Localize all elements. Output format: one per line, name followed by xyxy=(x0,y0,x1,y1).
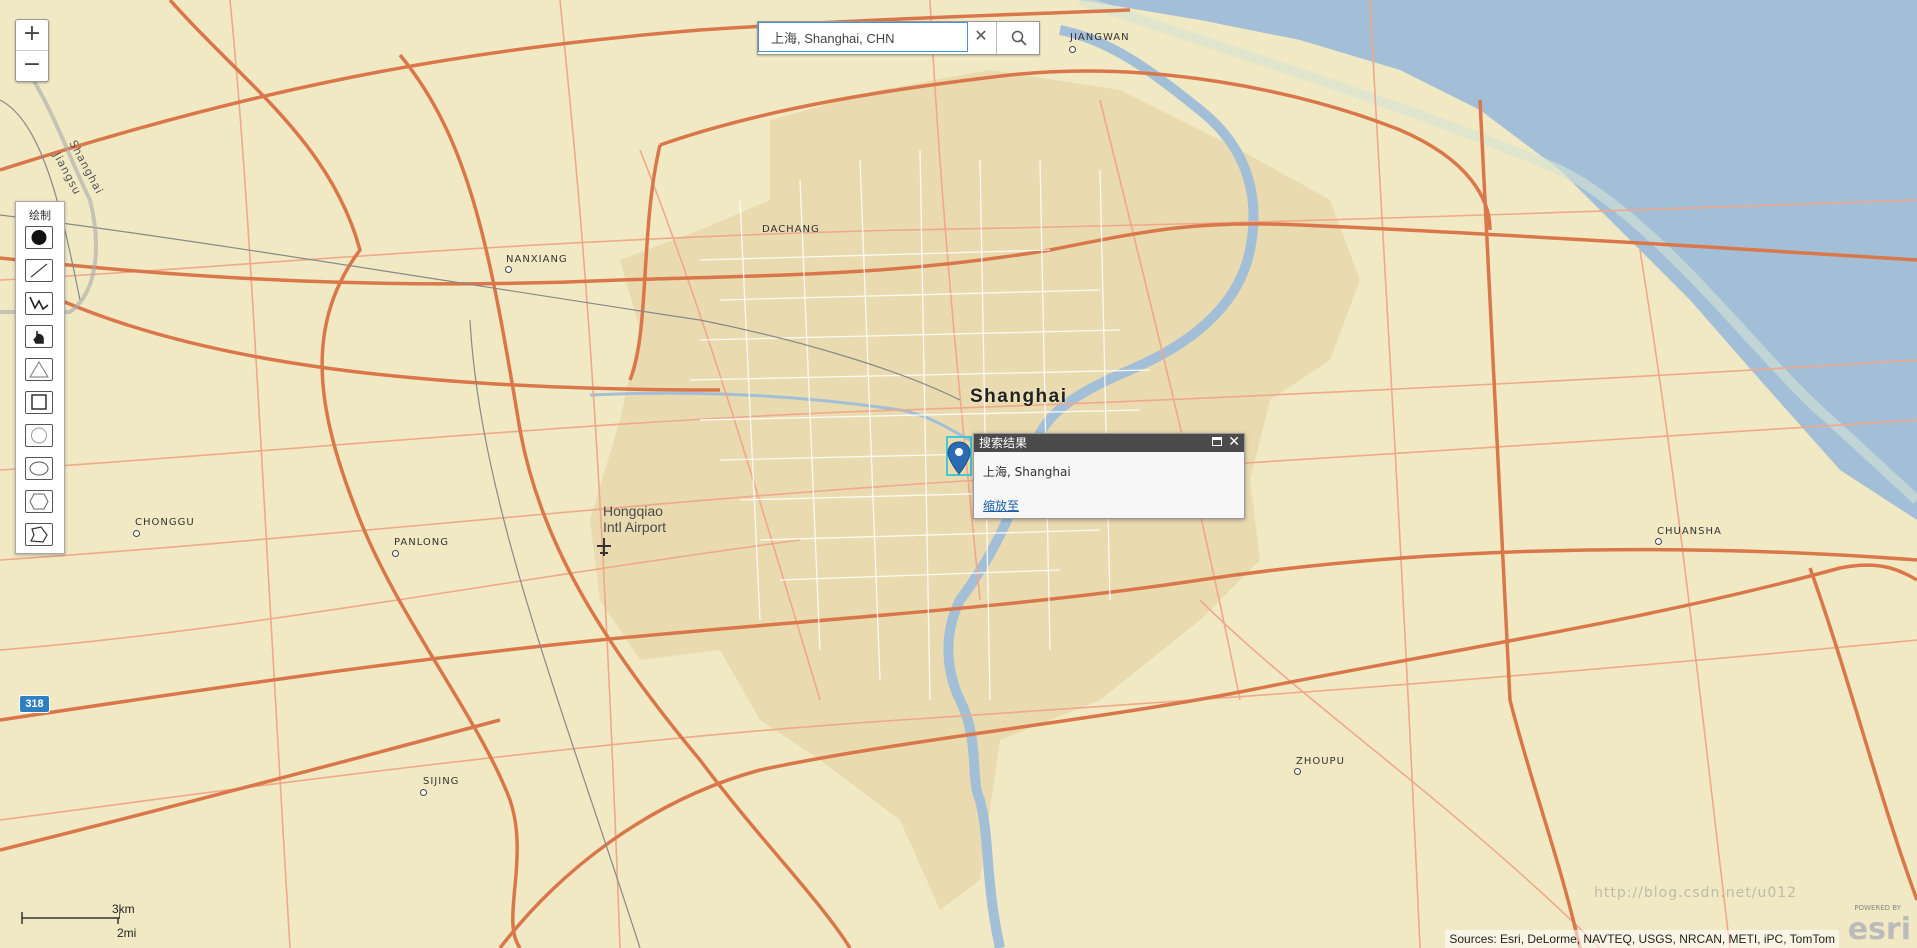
search-icon xyxy=(1011,30,1027,46)
place-chuansha: CHUANSHA xyxy=(1657,526,1722,537)
draw-polygon-button[interactable] xyxy=(25,490,53,513)
place-dot xyxy=(1294,768,1301,775)
popup-header: 搜索结果 ✕ xyxy=(974,434,1244,452)
place-dot xyxy=(1069,46,1076,53)
freehand-polygon-icon xyxy=(30,526,48,543)
location-pin-icon[interactable] xyxy=(946,440,972,476)
popup-content: 上海, Shanghai xyxy=(983,465,1071,479)
zoom-to-link[interactable]: 缩放至 xyxy=(983,497,1019,514)
place-chonggu: CHONGGU xyxy=(135,517,195,528)
draw-polyline-button[interactable] xyxy=(25,292,53,315)
scalebar-graphic xyxy=(21,912,120,924)
scale-km: 3km xyxy=(112,902,135,916)
draw-freehand-polygon-button[interactable] xyxy=(25,523,53,546)
line-icon xyxy=(30,263,48,278)
search-result-popup: 搜索结果 ✕ 上海, Shanghai 缩放至 xyxy=(973,433,1245,519)
esri-logo-text: esri xyxy=(1847,912,1911,947)
draw-rectangle-button[interactable] xyxy=(25,391,53,414)
airport-label: Hongqiao Intl Airport xyxy=(603,503,666,535)
draw-point-button[interactable] xyxy=(25,226,53,249)
close-icon[interactable]: ✕ xyxy=(1228,433,1240,451)
zoom-out-button[interactable]: − xyxy=(16,50,48,81)
rectangle-icon xyxy=(31,394,47,410)
search-input[interactable] xyxy=(758,22,968,52)
place-dot xyxy=(392,550,399,557)
place-zhoupu: ZHOUPU xyxy=(1296,756,1345,767)
popup-title: 搜索结果 xyxy=(979,436,1028,450)
draw-toolbar: 绘制 xyxy=(15,201,65,554)
zoom-control: + − xyxy=(15,19,49,82)
draw-ellipse-button[interactable] xyxy=(25,457,53,480)
zoom-in-button[interactable]: + xyxy=(16,20,48,50)
place-dachang: DACHANG xyxy=(762,224,820,235)
esri-logo[interactable]: POWERED BY esri xyxy=(1848,904,1911,945)
draw-triangle-button[interactable] xyxy=(25,358,53,381)
esri-powered-by: POWERED BY xyxy=(1854,904,1901,912)
draw-toolbar-title: 绘制 xyxy=(29,209,51,222)
draw-line-button[interactable] xyxy=(25,259,53,282)
point-icon xyxy=(31,230,47,245)
search-button[interactable] xyxy=(996,22,1040,54)
draw-circle-button[interactable] xyxy=(25,424,53,447)
search-box: ✕ xyxy=(757,21,1040,55)
highway-shield: 318 xyxy=(19,695,50,713)
watermark: http://blog.csdn.net/u012 xyxy=(1594,885,1798,901)
polygon-icon xyxy=(29,493,49,510)
place-jiangwan: JIANGWAN xyxy=(1070,32,1130,43)
close-icon[interactable]: ✕ xyxy=(971,27,991,47)
maximize-icon[interactable] xyxy=(1212,437,1222,446)
place-sijing: SIJING xyxy=(423,776,460,787)
airport-label-line2: Intl Airport xyxy=(603,519,667,535)
ellipse-icon xyxy=(29,461,49,476)
circle-icon xyxy=(31,427,47,444)
place-dot xyxy=(505,266,512,273)
scalebar: 3km 2mi xyxy=(20,902,136,940)
airport-label-line1: Hongqiao xyxy=(603,503,663,519)
place-nanxiang: NANXIANG xyxy=(506,254,568,265)
triangle-icon xyxy=(29,361,49,378)
place-dot xyxy=(133,530,140,537)
scale-mi: 2mi xyxy=(117,926,137,940)
polyline-icon xyxy=(29,296,49,311)
place-panlong: PANLONG xyxy=(394,537,450,548)
hand-pointer-icon xyxy=(33,331,44,344)
attribution: Sources: Esri, DeLorme, NAVTEQ, USGS, NR… xyxy=(1445,930,1839,948)
city-label: Shanghai xyxy=(970,386,1068,407)
place-dot xyxy=(420,789,427,796)
draw-freehand-polyline-button[interactable] xyxy=(25,325,53,348)
place-dot xyxy=(1655,538,1662,545)
